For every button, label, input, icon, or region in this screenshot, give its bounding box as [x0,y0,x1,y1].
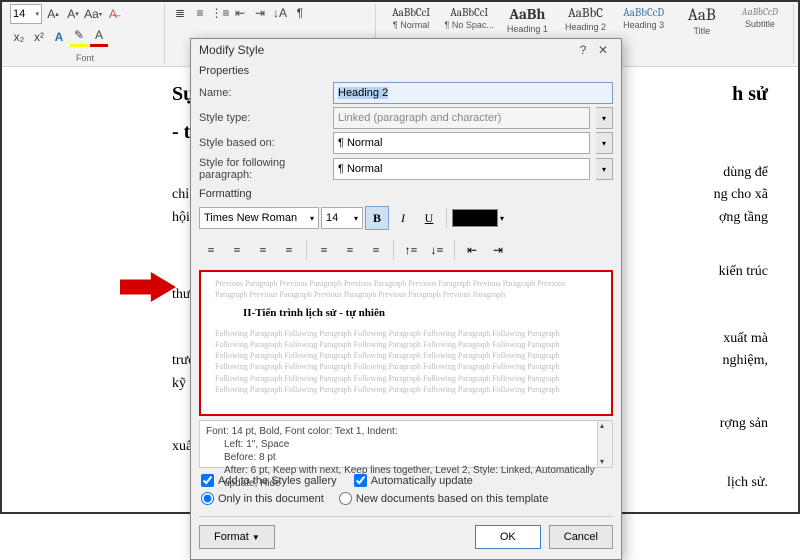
align-center-button[interactable]: ≡ [225,238,249,262]
based-on-label: Style based on: [199,137,327,149]
font-color-swatch[interactable] [452,209,498,227]
space-before-dec-button[interactable]: ↓≡ [425,238,449,262]
italic-button[interactable]: I [391,206,415,230]
bold-button[interactable]: B [365,206,389,230]
text-effects-icon[interactable]: A [50,28,68,46]
dialog-title: Modify Style [199,43,264,57]
superscript-icon[interactable]: x² [30,28,48,46]
style-heading3[interactable]: AaBbCcDHeading 3 [615,4,673,52]
align-right-button[interactable]: ≡ [251,238,275,262]
format-button[interactable]: Format ▼ [199,525,275,549]
chevron-down-icon[interactable]: ▾ [500,214,504,223]
name-label: Name: [199,87,327,99]
bullets-icon[interactable]: ≣ [171,4,189,22]
chevron-down-icon[interactable]: ▾ [596,132,613,154]
space-before-inc-button[interactable]: ↑≡ [399,238,423,262]
justify-button[interactable]: ≡ [277,238,301,262]
decrease-indent-icon[interactable]: ⇤ [231,4,249,22]
font-name-select[interactable]: Times New Roman▾ [199,207,319,229]
spacing-2-button[interactable]: ≡ [364,238,388,262]
properties-header: Properties [191,61,621,79]
only-this-doc-radio[interactable]: Only in this document [201,492,324,505]
indent-inc-button[interactable]: ⇥ [486,238,510,262]
dialog-titlebar[interactable]: Modify Style ? ✕ [191,39,621,61]
shrink-font-icon[interactable]: A▾ [64,5,82,23]
red-arrow-annotation [120,272,176,302]
style-subtitle[interactable]: AaBbCcDSubtitle [731,4,789,52]
spacing-1-button[interactable]: ≡ [312,238,336,262]
style-type-label: Style type: [199,112,327,124]
name-input[interactable]: Heading 2 [333,82,613,104]
font-color-icon[interactable]: A [90,26,108,47]
increase-indent-icon[interactable]: ⇥ [251,4,269,22]
clear-format-icon[interactable]: A̶ [104,5,122,23]
show-marks-icon[interactable]: ¶ [291,4,309,22]
sort-icon[interactable]: ↓A [271,4,289,22]
style-title[interactable]: AaBTitle [673,4,731,52]
indent-dec-button[interactable]: ⇤ [460,238,484,262]
font-size-combo[interactable]: 14 [10,4,42,24]
align-left-button[interactable]: ≡ [199,238,223,262]
scrollbar[interactable] [597,421,612,467]
change-case-icon[interactable]: Aa▾ [84,5,102,23]
style-preview: Previous Paragraph Previous Paragraph Pr… [199,270,613,416]
based-on-select[interactable]: ¶ Normal [333,132,590,154]
chevron-down-icon[interactable]: ▾ [596,158,613,180]
subscript-icon[interactable]: x₂ [10,28,28,46]
highlight-icon[interactable]: ✎ [70,26,88,47]
chevron-down-icon[interactable]: ▾ [596,107,613,129]
modify-style-dialog: Modify Style ? ✕ Properties Name: Headin… [190,38,622,560]
help-icon[interactable]: ? [573,43,593,57]
underline-button[interactable]: U [417,206,441,230]
style-type-select[interactable]: Linked (paragraph and character) [333,107,590,129]
style-description: Font: 14 pt, Bold, Font color: Text 1, I… [199,420,613,468]
multilevel-icon[interactable]: ⋮≡ [211,4,229,22]
new-docs-radio[interactable]: New documents based on this template [339,492,549,505]
spacing-15-button[interactable]: ≡ [338,238,362,262]
grow-font-icon[interactable]: A▴ [44,5,62,23]
following-select[interactable]: ¶ Normal [333,158,590,180]
formatting-header: Formatting [191,184,621,202]
font-group-label: Font [10,52,160,64]
preview-heading-text: II-Tiến trình lịch sử - tự nhiên [243,306,597,321]
close-icon[interactable]: ✕ [593,43,613,57]
cancel-button[interactable]: Cancel [549,525,613,549]
font-size-select[interactable]: 14▾ [321,207,363,229]
following-label: Style for following paragraph: [199,157,327,181]
numbering-icon[interactable]: ≡ [191,4,209,22]
ok-button[interactable]: OK [475,525,541,549]
